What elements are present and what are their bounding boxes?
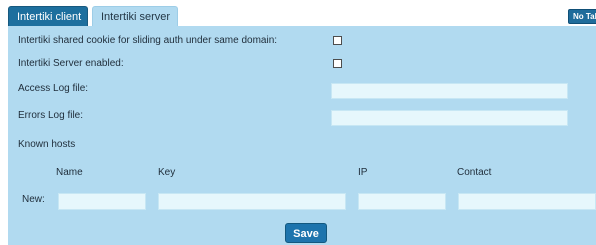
column-header-key: Key <box>158 167 176 178</box>
new-host-ip-input[interactable] <box>358 193 446 210</box>
no-tabs-button[interactable]: No Tabs <box>568 9 596 24</box>
new-host-key-input[interactable] <box>158 193 346 210</box>
new-host-label: New: <box>22 194 45 205</box>
intertiki-admin-page: Intertiki client Intertiki server No Tab… <box>0 0 596 245</box>
errors-log-label: Errors Log file: <box>18 110 84 121</box>
access-log-input[interactable] <box>331 83 568 99</box>
tab-intertiki-server[interactable]: Intertiki server <box>92 6 178 26</box>
access-log-label: Access Log file: <box>18 83 89 94</box>
shared-cookie-label: Intertiki shared cookie for sliding auth… <box>18 35 278 46</box>
server-enabled-checkbox[interactable] <box>333 59 342 68</box>
column-header-name: Name <box>56 167 83 178</box>
server-enabled-label: Intertiki Server enabled: <box>18 58 124 69</box>
new-host-name-input[interactable] <box>58 193 146 210</box>
known-hosts-title: Known hosts <box>18 139 76 150</box>
new-host-contact-input[interactable] <box>458 193 596 210</box>
errors-log-input[interactable] <box>331 110 568 126</box>
tab-intertiki-client[interactable]: Intertiki client <box>8 6 88 26</box>
save-button[interactable]: Save <box>285 223 327 243</box>
shared-cookie-checkbox[interactable] <box>333 36 342 45</box>
column-header-contact: Contact <box>457 167 492 178</box>
column-header-ip: IP <box>358 167 368 178</box>
